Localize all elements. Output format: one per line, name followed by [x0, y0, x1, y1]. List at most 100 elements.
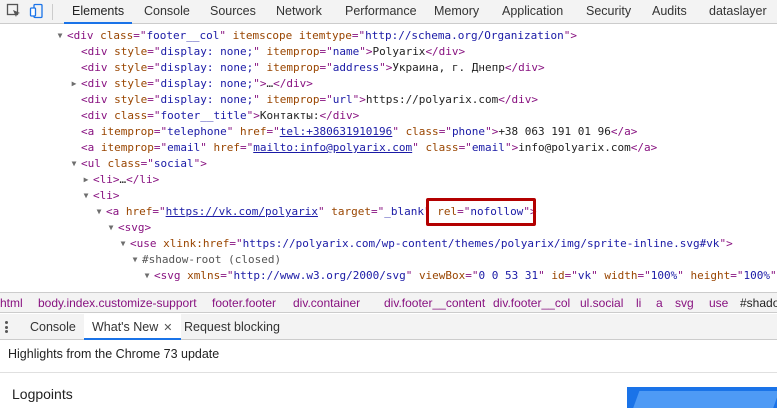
expand-triangle-icon[interactable]: ▼	[81, 188, 91, 204]
attr-name: style	[114, 93, 148, 106]
divider	[0, 372, 777, 373]
tab-console[interactable]: Console	[144, 0, 190, 24]
collapsed-triangle-icon[interactable]: ▶	[69, 76, 79, 92]
drawer-tab-request-blocking[interactable]: Request blocking	[184, 314, 280, 340]
breadcrumb-item[interactable]: html	[0, 293, 23, 312]
expand-triangle-icon[interactable]: ▼	[106, 220, 116, 236]
breadcrumb-item[interactable]: div.container	[293, 293, 360, 312]
tab-dataslayer[interactable]: dataslayer	[709, 0, 767, 24]
dom-node-row[interactable]: <div style="display: none;" itemprop="na…	[81, 44, 465, 60]
attr-name: href	[125, 205, 153, 218]
expand-triangle-icon[interactable]: ▼	[118, 236, 128, 252]
attr-value: 100%	[743, 269, 771, 282]
drawer-menu-icon[interactable]	[5, 321, 9, 333]
whats-new-headline: Highlights from the Chrome 73 update	[8, 347, 220, 361]
tab-audits[interactable]: Audits	[652, 0, 687, 24]
attr-name: xlink:href	[163, 237, 230, 250]
attr-value: address	[332, 61, 380, 74]
breadcrumb-item[interactable]: a	[656, 293, 663, 312]
attr-value: email	[471, 141, 505, 154]
dom-node-row[interactable]: <a itemprop="telephone" href="tel:+38063…	[81, 124, 637, 140]
drawer-tab-label: What's New	[92, 320, 159, 334]
dom-node-row[interactable]: <a itemprop="email" href="mailto:info@po…	[81, 140, 657, 156]
breadcrumb-item[interactable]: body.index.customize-support	[38, 293, 197, 312]
attr-value: 0 0 53 31	[478, 269, 539, 282]
attr-value: https://polyarix.com/wp-content/themes/p…	[242, 237, 720, 250]
close-icon[interactable]: ✕	[163, 322, 172, 334]
dom-node-row[interactable]: ▼ <li>	[84, 188, 120, 204]
attr-name: width	[604, 269, 638, 282]
attr-name: xmlns	[187, 269, 221, 282]
attr-value: footer__title	[160, 109, 247, 122]
dom-node-row[interactable]: ▼ <ul class="social">	[72, 156, 207, 172]
dom-node-row[interactable]: <div style="display: none;" itemprop="ur…	[81, 92, 538, 108]
devtools-tab-bar: Elements Console Sources Network Perform…	[0, 0, 777, 24]
expand-triangle-icon[interactable]: ▼	[69, 156, 79, 172]
attr-name: itemtype	[298, 29, 352, 42]
tab-elements[interactable]: Elements	[64, 0, 133, 24]
attr-link[interactable]: mailto:info@polyarix.com	[253, 141, 412, 154]
tab-memory[interactable]: Memory	[434, 0, 479, 24]
breadcrumb-item[interactable]: footer.footer	[212, 293, 276, 312]
collapsed-triangle-icon[interactable]: ▶	[81, 172, 91, 188]
breadcrumb-item[interactable]: ul.social	[580, 293, 623, 312]
breadcrumb: html body.index.customize-support footer.f…	[0, 292, 777, 313]
inspect-element-icon[interactable]	[6, 3, 22, 19]
breadcrumb-item[interactable]: li	[636, 293, 641, 312]
dom-node-row[interactable]: ▶ <div style="display: none;">…</div>	[72, 76, 313, 92]
dom-node-row[interactable]: ▼ <div class="footer__col" itemscope item…	[58, 28, 577, 44]
attr-name: style	[114, 77, 148, 90]
node-text: Украина, г. Днепр	[392, 61, 505, 74]
dom-node-row[interactable]: ▼ <svg>	[109, 220, 152, 236]
dom-node-row[interactable]: ▼ <svg xmlns="http://www.w3.org/2000/svg"…	[145, 268, 777, 284]
dom-node-row[interactable]: ▶ <li>…</li>	[84, 172, 160, 188]
expand-triangle-icon[interactable]: ▼	[55, 28, 65, 44]
attr-value: email	[167, 141, 201, 154]
expand-triangle-icon[interactable]: ▼	[130, 252, 140, 268]
device-toolbar-icon[interactable]	[29, 3, 45, 19]
attr-value: http://www.w3.org/2000/svg	[233, 269, 406, 282]
attr-name: height	[690, 269, 731, 282]
expand-triangle-icon[interactable]: ▼	[94, 204, 104, 220]
attr-name: itemprop	[266, 61, 320, 74]
attr-name: class	[114, 109, 148, 122]
drawer-tab-bar: Console What's New ✕ Request blocking	[0, 314, 777, 340]
attr-value: vk	[577, 269, 592, 282]
tab-security[interactable]: Security	[586, 0, 631, 24]
breadcrumb-item[interactable]: svg	[675, 293, 694, 312]
attr-value: display: none;	[160, 93, 254, 106]
dom-node-row[interactable]: ▼ <use xlink:href="https://polyarix.com/w…	[121, 236, 733, 252]
tab-performance[interactable]: Performance	[345, 0, 417, 24]
tab-application[interactable]: Application	[502, 0, 563, 24]
dom-node-row[interactable]: <div class="footer__title">Контакты:</di…	[81, 108, 359, 124]
tab-sources[interactable]: Sources	[210, 0, 256, 24]
attr-name: itemprop	[266, 93, 320, 106]
attr-value: display: none;	[160, 77, 254, 90]
toolbar-divider	[52, 4, 53, 20]
drawer-tab-console[interactable]: Console	[30, 314, 76, 340]
drawer-tab-whats-new[interactable]: What's New ✕	[84, 314, 181, 340]
dom-node-row[interactable]: <div style="display: none;" itemprop="ad…	[81, 60, 545, 76]
node-text: Контакты:	[259, 109, 320, 122]
attr-name: target	[331, 205, 371, 218]
attr-link[interactable]: tel:+380631910196	[280, 125, 393, 138]
attr-name: itemprop	[266, 45, 320, 58]
tab-network[interactable]: Network	[276, 0, 322, 24]
breadcrumb-item[interactable]: div.footer__content	[384, 293, 485, 312]
dom-node-row[interactable]: ▼ #shadow-root (closed)	[133, 252, 282, 268]
attr-name: class	[100, 29, 134, 42]
breadcrumb-item[interactable]: use	[709, 293, 728, 312]
node-text: https://polyarix.com	[365, 93, 499, 106]
attr-value: phone	[451, 125, 486, 138]
attr-value: display: none;	[160, 61, 254, 74]
attr-name: href	[213, 141, 240, 154]
breadcrumb-item[interactable]: div.footer__col	[493, 293, 570, 312]
expand-triangle-icon[interactable]: ▼	[142, 268, 152, 284]
node-text: Polyarix	[372, 45, 426, 58]
attr-value: _blank	[384, 205, 424, 218]
attr-name: style	[114, 45, 148, 58]
attr-value: url	[332, 93, 353, 106]
attr-value: footer__col	[146, 29, 220, 42]
attr-link[interactable]: https://vk.com/polyarix	[166, 205, 318, 218]
breadcrumb-item[interactable]: #shadow-root	[740, 293, 777, 312]
